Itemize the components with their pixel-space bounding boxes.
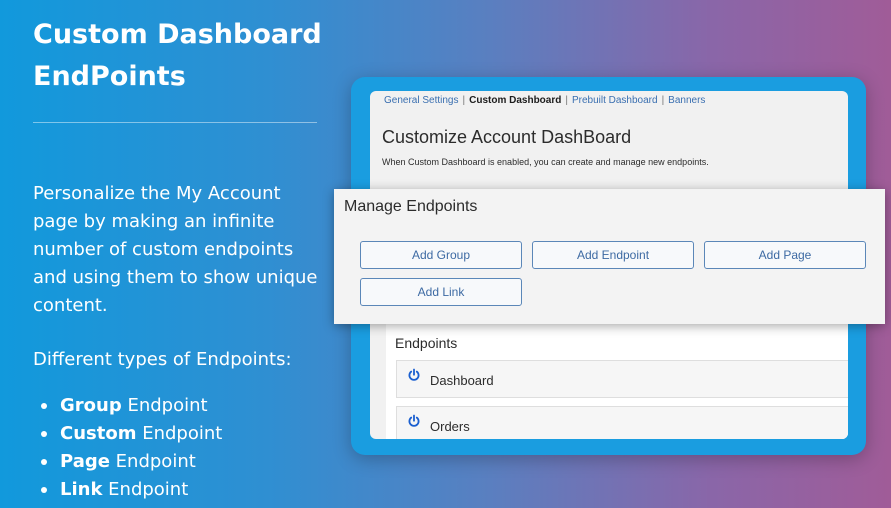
settings-tabs: General Settings | Custom Dashboard | Prebui… [384, 94, 705, 108]
manage-endpoints-card: Manage Endpoints Add Group Add Endpoint … [334, 189, 885, 324]
power-icon[interactable] [407, 368, 421, 382]
endpoint-type-item: Custom Endpoint [33, 420, 222, 448]
hero-divider [33, 122, 317, 123]
endpoint-type-name: Page [60, 451, 110, 472]
endpoint-type-item: Page Endpoint [33, 448, 222, 476]
endpoint-types-list: Group Endpoint Custom Endpoint Page Endp… [33, 392, 222, 504]
page-title: Customize Account DashBoard [382, 127, 632, 147]
add-group-button[interactable]: Add Group [360, 241, 522, 269]
endpoint-type-suffix: Endpoint [102, 479, 189, 500]
add-page-button[interactable]: Add Page [704, 241, 866, 269]
endpoint-row-orders[interactable]: Orders [396, 406, 848, 439]
endpoint-type-suffix: Endpoint [136, 423, 223, 444]
hero-title: Custom Dashboard EndPoints [33, 19, 322, 92]
endpoint-type-name: Group [60, 395, 122, 416]
tab-banners[interactable]: Banners [668, 95, 705, 106]
page-subtitle: When Custom Dashboard is enabled, you ca… [382, 157, 709, 167]
endpoint-name: Dashboard [430, 373, 494, 388]
endpoint-type-name: Link [60, 479, 103, 500]
add-endpoint-button[interactable]: Add Endpoint [532, 241, 694, 269]
endpoint-name: Orders [430, 419, 470, 434]
tab-separator: | [462, 95, 466, 106]
tab-separator: | [661, 95, 665, 106]
endpoint-row-dashboard[interactable]: Dashboard [396, 360, 848, 398]
tab-prebuilt-dashboard[interactable]: Prebuilt Dashboard [572, 95, 658, 106]
endpoint-type-suffix: Endpoint [109, 451, 196, 472]
tab-general-settings[interactable]: General Settings [384, 95, 459, 106]
endpoint-type-item: Group Endpoint [33, 392, 222, 420]
endpoint-type-item: Link Endpoint [33, 476, 222, 504]
power-icon[interactable] [407, 414, 421, 428]
tab-custom-dashboard[interactable]: Custom Dashboard [469, 95, 561, 106]
endpoint-type-name: Custom [60, 423, 137, 444]
endpoints-label: Endpoints [395, 335, 458, 351]
manage-endpoints-title: Manage Endpoints [344, 198, 478, 215]
tab-separator: | [565, 95, 568, 106]
add-link-button[interactable]: Add Link [360, 278, 522, 306]
hero-description: Personalize the My Account page by makin… [33, 183, 318, 316]
endpoint-type-suffix: Endpoint [121, 395, 208, 416]
endpoint-types-heading: Different types of Endpoints: [33, 349, 292, 370]
